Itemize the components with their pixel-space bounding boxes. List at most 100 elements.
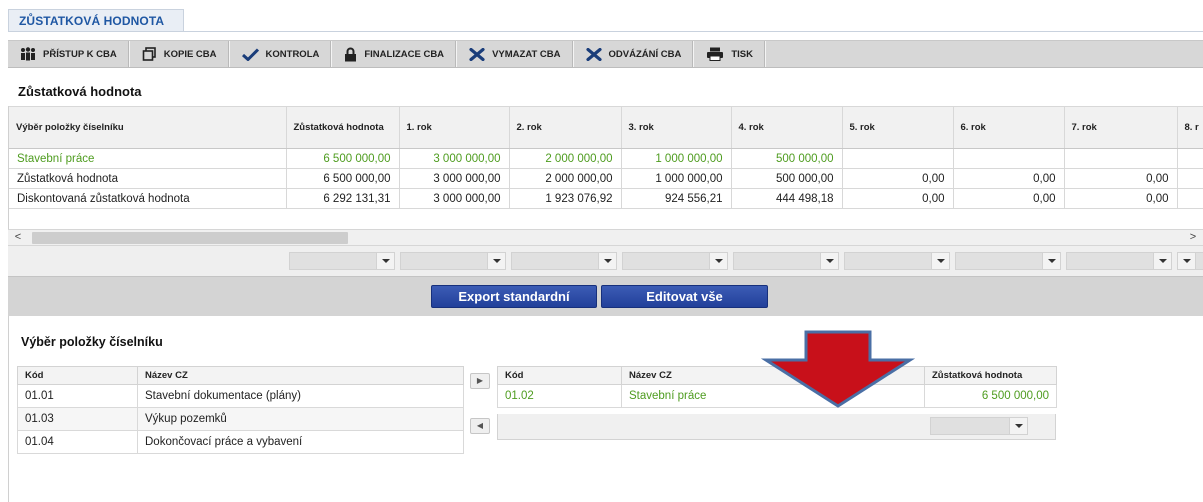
section-title: Zůstatková hodnota — [18, 84, 142, 99]
horizontal-scrollbar[interactable]: < > — [8, 229, 1203, 246]
table-cell: 0,00 — [953, 188, 1065, 209]
column-header[interactable]: Název CZ — [137, 366, 464, 385]
table-cell: Zůstatková hodnota — [9, 168, 287, 189]
column-filter-dropdown[interactable] — [955, 252, 1061, 270]
unbind-cba-button[interactable]: ODVÁZÁNÍ CBA — [574, 41, 695, 67]
selected-table-footer — [497, 414, 1056, 440]
unbind-cba-label: ODVÁZÁNÍ CBA — [608, 48, 682, 60]
scroll-left-arrow[interactable]: < — [10, 230, 26, 245]
column-filter-dropdown[interactable] — [1177, 252, 1203, 270]
scrollbar-thumb[interactable] — [32, 232, 348, 244]
table-cell: 6 500 000,00 — [286, 148, 400, 169]
column-filter-dropdown[interactable] — [289, 252, 395, 270]
table-cell — [1064, 148, 1178, 169]
column-filter-dropdown[interactable] — [511, 252, 617, 270]
delete-cba-button[interactable]: VYMAZAT CBA — [457, 41, 574, 67]
access-cba-label: PŘÍSTUP K CBA — [43, 48, 117, 60]
red-arrow-annotation — [760, 330, 916, 408]
table-cell: 6 292 131,31 — [286, 188, 400, 209]
access-cba-button[interactable]: PŘÍSTUP K CBA — [8, 41, 130, 67]
table-cell — [1177, 188, 1203, 209]
column-header[interactable]: 4. rok — [731, 106, 843, 149]
table-cell: 3 000 000,00 — [399, 148, 510, 169]
check-button[interactable]: KONTROLA — [230, 41, 333, 67]
available-table-header: Kód Název CZ — [17, 366, 464, 385]
column-filter-dropdown[interactable] — [400, 252, 506, 270]
table-cell — [1177, 168, 1203, 189]
column-header[interactable]: 7. rok — [1064, 106, 1178, 149]
scroll-right-arrow[interactable]: > — [1185, 230, 1201, 245]
item-code: 01.01 — [17, 384, 138, 408]
column-header[interactable]: Zůstatková hodnota — [924, 366, 1057, 385]
column-header[interactable]: 5. rok — [842, 106, 954, 149]
users-icon — [21, 47, 35, 61]
move-left-button[interactable]: ◀ — [470, 418, 490, 434]
table-cell — [1177, 148, 1203, 169]
item-code: 01.02 — [497, 384, 622, 408]
main-table-container: Výběr položky číselníku Zůstatková hodno… — [8, 106, 1203, 245]
chevron-down-icon[interactable] — [598, 253, 616, 269]
chevron-down-icon[interactable] — [487, 253, 505, 269]
column-header[interactable]: 1. rok — [399, 106, 510, 149]
chevron-down-icon[interactable] — [1009, 418, 1027, 434]
column-header[interactable]: 8. r — [1177, 106, 1203, 149]
selection-title: Výběr položky číselníku — [21, 335, 163, 349]
column-header[interactable]: Zůstatková hodnota — [286, 106, 400, 149]
table-cell: 3 000 000,00 — [399, 188, 510, 209]
edit-all-button[interactable]: Editovat vše — [601, 285, 768, 308]
main-table: Výběr položky číselníku Zůstatková hodno… — [9, 106, 1203, 209]
table-cell: 3 000 000,00 — [399, 168, 510, 189]
finalize-cba-label: FINALIZACE CBA — [364, 48, 445, 60]
chevron-down-icon[interactable] — [1178, 253, 1196, 269]
column-header[interactable]: 3. rok — [621, 106, 732, 149]
table-cell: 1 000 000,00 — [621, 168, 732, 189]
column-filter-dropdown[interactable] — [622, 252, 728, 270]
item-code: 01.04 — [17, 430, 138, 454]
table-cell: 6 500 000,00 — [286, 168, 400, 189]
column-filter-dropdown[interactable] — [733, 252, 839, 270]
close-icon — [585, 47, 602, 61]
tab-divider — [8, 31, 1203, 32]
table-row[interactable]: Diskontovaná zůstatková hodnota 6 292 13… — [9, 188, 1203, 209]
table-cell: 0,00 — [842, 168, 954, 189]
table-cell: 924 556,21 — [621, 188, 732, 209]
chevron-down-icon[interactable] — [376, 253, 394, 269]
chevron-down-icon[interactable] — [931, 253, 949, 269]
chevron-right-icon: ▶ — [476, 376, 484, 385]
close-icon — [469, 47, 485, 61]
print-button[interactable]: TISK — [694, 41, 766, 67]
list-item[interactable]: 01.01 Stavební dokumentace (plány) — [17, 384, 464, 408]
chevron-down-icon[interactable] — [820, 253, 838, 269]
chevron-down-icon[interactable] — [709, 253, 727, 269]
column-filter-dropdown[interactable] — [1066, 252, 1172, 270]
tab-zustatkova-hodnota[interactable]: ZŮSTATKOVÁ HODNOTA — [8, 9, 184, 32]
print-label: TISK — [731, 48, 753, 60]
column-header[interactable]: Kód — [17, 366, 138, 385]
list-item[interactable]: 01.04 Dokončovací práce a vybavení — [17, 430, 464, 454]
item-code: 01.03 — [17, 407, 138, 431]
table-row[interactable]: Stavební práce 6 500 000,00 3 000 000,00… — [9, 148, 1203, 169]
table-row[interactable]: Zůstatková hodnota 6 500 000,00 3 000 00… — [9, 168, 1203, 189]
check-icon — [241, 47, 259, 61]
column-header[interactable]: 2. rok — [509, 106, 622, 149]
item-value: 6 500 000,00 — [924, 384, 1057, 408]
table-cell: 0,00 — [842, 188, 954, 209]
table-cell: Stavební práce — [9, 148, 287, 169]
action-bar: Export standardní Editovat vše — [8, 276, 1203, 316]
table-cell: 2 000 000,00 — [509, 168, 622, 189]
finalize-cba-button[interactable]: FINALIZACE CBA — [332, 41, 458, 67]
copy-cba-button[interactable]: KOPIE CBA — [130, 41, 230, 67]
list-item[interactable]: 01.03 Výkup pozemků — [17, 407, 464, 431]
column-header[interactable]: Výběr položky číselníku — [9, 106, 287, 149]
export-standard-button[interactable]: Export standardní — [431, 285, 597, 308]
column-header[interactable]: Kód — [497, 366, 622, 385]
column-filter-dropdown[interactable] — [844, 252, 950, 270]
chevron-down-icon[interactable] — [1042, 253, 1060, 269]
table-cell — [953, 148, 1065, 169]
toolbar: PŘÍSTUP K CBA KOPIE CBA KONTROLA FINALIZ… — [8, 40, 1203, 68]
table-cell: 2 000 000,00 — [509, 148, 622, 169]
column-filter-dropdown[interactable] — [930, 417, 1028, 435]
move-right-button[interactable]: ▶ — [470, 373, 490, 389]
column-header[interactable]: 6. rok — [953, 106, 1065, 149]
chevron-down-icon[interactable] — [1153, 253, 1171, 269]
